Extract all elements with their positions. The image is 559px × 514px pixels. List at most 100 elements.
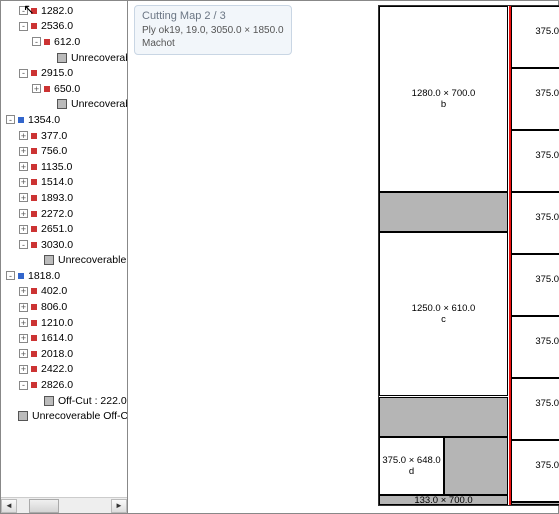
tree-item[interactable]: +756.0 <box>3 143 127 159</box>
piece[interactable]: 375.0 × 648.0d <box>511 130 559 192</box>
piece-size-label: 375.0 × 648.0 <box>535 212 559 223</box>
piece[interactable]: 375.0 × 648.0d <box>511 68 559 130</box>
collapse-icon[interactable]: - <box>19 22 28 31</box>
expand-icon[interactable]: + <box>19 318 28 327</box>
tree-item[interactable]: -2536.0 <box>3 19 127 35</box>
collapse-icon[interactable]: - <box>32 37 41 46</box>
tree-item[interactable]: +402.0 <box>3 284 127 300</box>
tree-item[interactable]: +806.0 <box>3 299 127 315</box>
node-dot-icon <box>31 242 37 248</box>
expand-icon[interactable]: + <box>19 147 28 156</box>
tree-label: Unrecoverable Off-C <box>71 98 128 110</box>
scroll-thumb[interactable] <box>29 499 59 513</box>
tree-item[interactable]: Off-Cut : 222.0 × 460.0 <box>3 393 127 409</box>
piece[interactable]: 375.0 × 648.0d <box>379 437 444 495</box>
offcut-icon <box>44 255 54 265</box>
collapse-icon[interactable]: - <box>19 6 28 15</box>
tree-item[interactable]: - 1354.0 <box>3 112 127 128</box>
piece-size-label: 375.0 × 648.0 <box>535 88 559 99</box>
tree-label: 2826.0 <box>41 379 73 391</box>
piece-size-label: 375.0 × 648.0 <box>382 455 440 466</box>
offcut-piece[interactable] <box>379 397 508 437</box>
tree-item[interactable]: -612.0 <box>3 34 127 50</box>
tree-item[interactable]: Unrecoverable Off-C <box>3 97 127 113</box>
piece-size-label: 1250.0 × 610.0 <box>412 303 476 314</box>
tree-item[interactable]: - 2915.0 <box>3 65 127 81</box>
piece[interactable]: 375.0 × 648.0d <box>511 254 559 316</box>
tree-item[interactable]: - 2826.0 <box>3 377 127 393</box>
collapse-icon[interactable]: - <box>19 240 28 249</box>
tree-label: 402.0 <box>41 285 67 297</box>
piece-size-label: 133.0 × 700.0 <box>414 495 472 506</box>
tree-label: 2915.0 <box>41 67 73 79</box>
tree-item[interactable]: -1818.0 <box>3 268 127 284</box>
cutting-map: 1280.0 × 700.0b1250.0 × 610.0c375.0 × 64… <box>378 5 559 506</box>
expand-icon[interactable]: + <box>19 365 28 374</box>
node-dot-icon <box>31 8 37 14</box>
tree-item[interactable]: +377.0 <box>3 128 127 144</box>
tree-item[interactable]: +2018.0 <box>3 346 127 362</box>
node-dot-icon <box>31 164 37 170</box>
expand-icon[interactable]: + <box>19 193 28 202</box>
node-dot-icon <box>18 273 24 279</box>
piece[interactable]: 375.0 × 648.0d <box>511 378 559 440</box>
expand-icon[interactable]: + <box>19 131 28 140</box>
toggle-spacer <box>32 256 41 265</box>
info-line2: Machot <box>142 37 284 50</box>
node-dot-icon <box>31 288 37 294</box>
tree-item[interactable]: +1135.0 <box>3 159 127 175</box>
tree-item[interactable]: +1514.0 <box>3 175 127 191</box>
node-dot-icon <box>31 320 37 326</box>
tree-item[interactable]: +2272.0 <box>3 206 127 222</box>
expand-icon[interactable]: + <box>19 162 28 171</box>
offcut-piece[interactable] <box>444 437 508 495</box>
piece[interactable]: 375.0 × 648.0d <box>511 6 559 68</box>
offcut-icon <box>44 396 54 406</box>
tree-item[interactable]: -1282.0 <box>3 3 127 19</box>
tree-item[interactable]: +2651.0 <box>3 221 127 237</box>
collapse-icon[interactable]: - <box>19 381 28 390</box>
node-dot-icon <box>31 351 37 357</box>
scroll-track[interactable] <box>17 499 111 513</box>
tree-item[interactable]: +1893.0 <box>3 190 127 206</box>
tree-item[interactable]: Unrecoverable Off-Cut : 305 <box>3 408 127 424</box>
expand-icon[interactable]: + <box>19 178 28 187</box>
offcut-piece[interactable] <box>379 192 508 232</box>
h-scrollbar[interactable]: ◄ ► <box>1 497 127 513</box>
offcut-piece[interactable] <box>511 502 559 505</box>
tree-label: Off-Cut : 222.0 × 460.0 <box>58 395 128 407</box>
expand-icon[interactable]: + <box>19 287 28 296</box>
scroll-left-btn[interactable]: ◄ <box>1 499 17 513</box>
tree-item[interactable]: Unrecoverable Off-Cut : <box>3 253 127 269</box>
piece[interactable]: 1250.0 × 610.0c <box>379 232 508 396</box>
expand-icon[interactable]: + <box>32 84 41 93</box>
tree-label: 2651.0 <box>41 223 73 235</box>
tree-item[interactable]: -3030.0 <box>3 237 127 253</box>
scroll-right-btn[interactable]: ► <box>111 499 127 513</box>
tree-content: -1282.0-2536.0-612.0Unrecoverable Off-C-… <box>1 1 127 424</box>
tree-item[interactable]: +1210.0 <box>3 315 127 331</box>
piece[interactable]: 375.0 × 648.0d <box>511 316 559 378</box>
node-dot-icon <box>31 179 37 185</box>
piece-size-label: 375.0 × 648.0 <box>535 26 559 37</box>
piece[interactable]: 375.0 × 648.0d <box>511 440 559 502</box>
expand-icon[interactable]: + <box>19 303 28 312</box>
tree-item[interactable]: Unrecoverable Off-C <box>3 50 127 66</box>
piece-size-label: 375.0 × 648.0 <box>535 150 559 161</box>
expand-icon[interactable]: + <box>19 225 28 234</box>
collapse-icon[interactable]: - <box>6 115 15 124</box>
tree-item[interactable]: +1614.0 <box>3 330 127 346</box>
collapse-icon[interactable]: - <box>19 69 28 78</box>
expand-icon[interactable]: + <box>19 209 28 218</box>
tree-label: 2422.0 <box>41 363 73 375</box>
expand-icon[interactable]: + <box>19 349 28 358</box>
collapse-icon[interactable]: - <box>6 271 15 280</box>
expand-icon[interactable]: + <box>19 334 28 343</box>
piece[interactable]: 1280.0 × 700.0b <box>379 6 508 192</box>
piece[interactable]: 375.0 × 648.0d <box>511 192 559 254</box>
tree-label: 1354.0 <box>28 114 60 126</box>
tree-label: 756.0 <box>41 145 67 157</box>
tree-item[interactable]: +650.0 <box>3 81 127 97</box>
tree-item[interactable]: +2422.0 <box>3 362 127 378</box>
offcut-piece[interactable]: 133.0 × 700.0 <box>379 495 508 505</box>
